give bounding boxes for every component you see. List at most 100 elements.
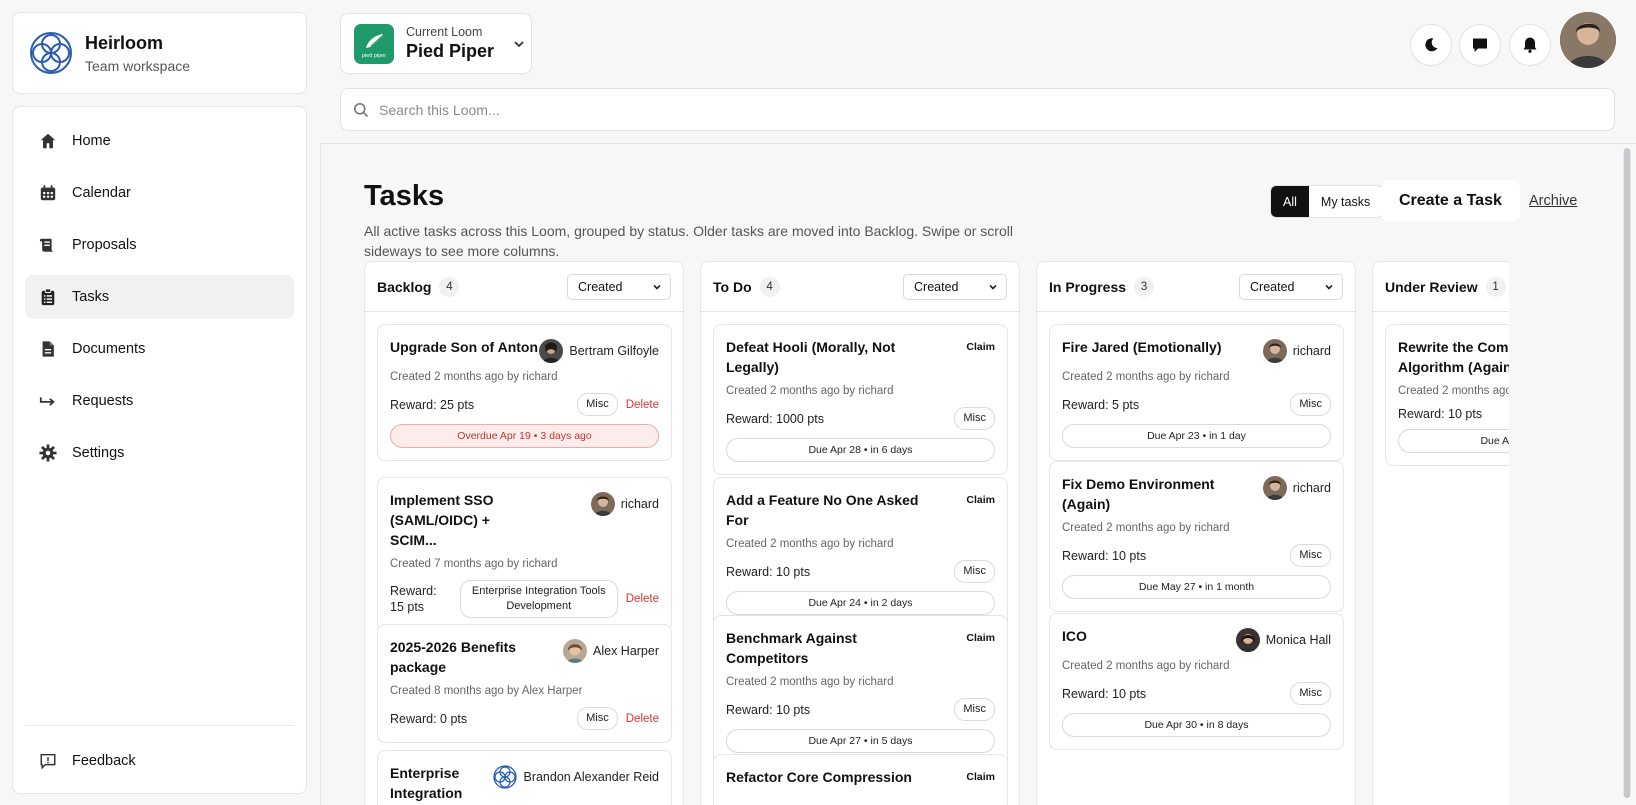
task-assignee: richard (1262, 337, 1331, 363)
sort-value: Created (1250, 279, 1295, 294)
user-avatar[interactable] (1560, 12, 1616, 68)
task-meta: Created 8 months ago by Alex Harper (390, 685, 583, 697)
task-tag: Misc (577, 707, 618, 730)
sidebar-item-label: Proposals (72, 237, 137, 253)
claim-task-button[interactable]: Claim (966, 767, 995, 783)
scroll-icon (38, 235, 58, 255)
task-card[interactable]: Benchmark Against Competitors Claim Crea… (713, 615, 1008, 766)
assignee-name: Alex Harper (593, 644, 659, 658)
filter-all-button[interactable]: All (1271, 186, 1309, 217)
sidebar-item-label: Calendar (72, 185, 131, 201)
task-card[interactable]: Upgrade Son of Anton Bertram Gilfoyle Cr… (377, 324, 672, 461)
workspace-name: Heirloom (85, 32, 164, 53)
archive-link[interactable]: Archive (1529, 193, 1577, 209)
loom-switcher[interactable]: pied piper Current Loom Pied Piper (340, 13, 532, 74)
search-bar[interactable] (340, 88, 1615, 131)
task-card[interactable]: ICO Monica Hall Created 2 months ago by … (1049, 613, 1344, 750)
column-count-badge: 4 (759, 276, 780, 297)
column-under-review: Under Review 1 Rewrite the Compression A… (1372, 261, 1509, 805)
task-title: 2025-2026 Benefits package (390, 639, 517, 675)
task-due: Due Apr 30 • in 8 days (1398, 429, 1509, 453)
theme-toggle-button[interactable] (1410, 24, 1452, 66)
task-card[interactable]: Fire Jared (Emotionally) richard Created… (1049, 324, 1344, 461)
scrollbar-thumb[interactable] (1624, 148, 1630, 798)
task-due: Due Apr 30 • in 8 days (1062, 713, 1331, 737)
create-task-button[interactable]: Create a Task (1381, 180, 1520, 222)
assignee-avatar (563, 639, 587, 663)
column-sort-select[interactable]: Created (903, 273, 1007, 300)
assignee-name: richard (620, 497, 659, 511)
task-reward: Reward: 25 pts (390, 397, 475, 412)
task-due: Due Apr 27 • in 5 days (726, 729, 995, 753)
task-meta: Created 2 months ago by richard (726, 676, 894, 688)
sidebar-item-label: Tasks (72, 289, 110, 305)
messages-button[interactable] (1459, 24, 1501, 66)
column-sort-select[interactable]: Created (567, 273, 671, 300)
page-description: All active tasks across this Loom, group… (364, 223, 1013, 259)
assignee-avatar (1262, 476, 1287, 500)
task-card[interactable]: Add a Feature No One Asked For Claim Cre… (713, 477, 1008, 628)
claim-task-button[interactable]: Claim (966, 628, 995, 644)
task-meta: Created 2 months ago by richard (1062, 522, 1230, 534)
app-root: Heirloom Team workspace Home Calendar Pr… (0, 0, 1636, 805)
task-reward: Reward: 10 pts (1398, 407, 1483, 421)
clipboard-icon (38, 287, 58, 307)
sidebar-item-documents[interactable]: Documents (25, 327, 294, 371)
task-card[interactable]: Rewrite the Compression Algorithm (Again… (1385, 324, 1509, 466)
search-input[interactable] (379, 101, 1514, 118)
column-sort-select[interactable]: Created (1239, 273, 1343, 300)
page-title: Tasks (364, 180, 445, 212)
delete-task-button[interactable]: Delete (626, 399, 659, 411)
vertical-scrollbar[interactable] (1623, 148, 1631, 798)
task-card[interactable]: Enterprise Integration Brandon Alexander… (377, 750, 672, 805)
task-reward: Reward: 10 pts (726, 564, 811, 579)
task-filter-toggle: All My tasks (1270, 185, 1384, 218)
column-to-do: To Do 4 Created Defeat Hooli (Morally, N… (700, 261, 1020, 805)
claim-task-button[interactable]: Claim (966, 490, 995, 506)
task-due: Due May 27 • in 1 month (1062, 575, 1331, 599)
filter-my-tasks-button[interactable]: My tasks (1309, 186, 1382, 217)
column-count-badge: 3 (1134, 276, 1155, 297)
sidebar-item-label: Settings (72, 445, 125, 461)
task-tag: Enterprise Integration Tools Development (459, 580, 618, 618)
sidebar-item-home[interactable]: Home (25, 119, 294, 163)
moon-icon (1425, 38, 1438, 52)
column-in-progress: In Progress 3 Created Fire Jared (Emotio… (1036, 261, 1356, 805)
column-header: In Progress 3 Created (1037, 262, 1355, 312)
assignee-avatar (539, 339, 564, 363)
sidebar-item-feedback[interactable]: Feedback (25, 739, 294, 783)
sidebar-item-tasks[interactable]: Tasks (25, 275, 294, 319)
pied-piper-logo-icon: pied piper (354, 23, 394, 64)
delete-task-button[interactable]: Delete (626, 713, 659, 725)
task-title: Enterprise Integration (390, 765, 463, 801)
sidebar-item-label: Feedback (72, 753, 136, 769)
sidebar-item-settings[interactable]: Settings (25, 431, 294, 475)
claim-task-button[interactable]: Claim (966, 337, 995, 353)
avatar-photo-icon (1560, 12, 1616, 68)
task-reward: Reward: 5 pts (1062, 397, 1140, 412)
task-card[interactable]: 2025-2026 Benefits package Alex Harper C… (377, 624, 672, 743)
task-meta: Created 7 months ago by richard (390, 558, 558, 570)
task-meta: Created 2 months ago by richard (390, 371, 558, 383)
assignee-avatar (590, 492, 615, 516)
sidebar-nav: Home Calendar Proposals Tasks Documents (12, 106, 307, 794)
task-card[interactable]: Defeat Hooli (Morally, Not Legally) Clai… (713, 324, 1008, 475)
task-tag: Misc (954, 560, 995, 583)
sidebar-item-proposals[interactable]: Proposals (25, 223, 294, 267)
task-due: Due Apr 23 • in 1 day (1062, 424, 1331, 448)
task-board: Backlog 4 Created Upgrade Son of Anton B… (364, 261, 1509, 805)
task-card[interactable]: Implement SSO (SAML/OIDC) + SCIM... rich… (377, 477, 672, 631)
chevron-down-icon (653, 284, 661, 290)
sidebar-item-requests[interactable]: Requests (25, 379, 294, 423)
delete-task-button[interactable]: Delete (626, 593, 659, 605)
workspace-switcher[interactable]: Heirloom Team workspace (12, 12, 307, 94)
task-tag: Misc (577, 393, 618, 416)
sidebar-item-calendar[interactable]: Calendar (25, 171, 294, 215)
loom-logo-text: pied piper (362, 53, 386, 59)
task-card[interactable]: Refactor Core Compression Claim (713, 754, 1008, 805)
task-card[interactable]: Fix Demo Environment (Again) richard Cre… (1049, 461, 1344, 612)
column-header: Under Review 1 (1373, 262, 1509, 312)
chat-icon (1473, 38, 1487, 52)
search-icon (354, 102, 369, 117)
notifications-button[interactable] (1509, 24, 1551, 66)
